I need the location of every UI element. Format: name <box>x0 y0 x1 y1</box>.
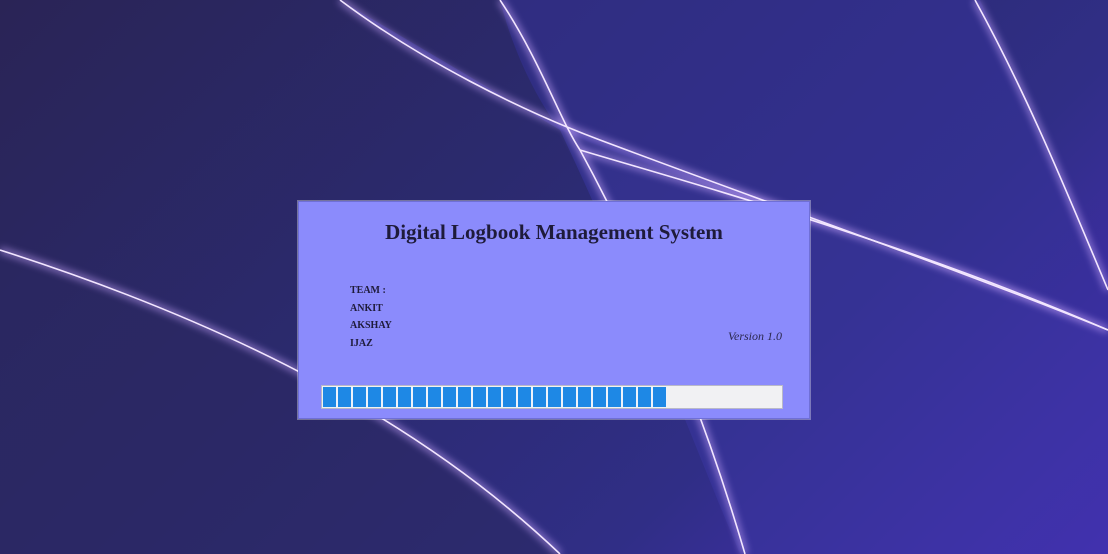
team-member-akshay: AKSHAY <box>350 320 392 331</box>
splash-window: Digital Logbook Management System TEAM :… <box>298 201 810 419</box>
team-heading: TEAM : <box>350 285 386 296</box>
progress-fill <box>323 387 667 407</box>
app-title: Digital Logbook Management System <box>385 220 723 244</box>
team-member-ijaz: IJAZ <box>350 337 373 349</box>
team-list: TEAM : ANKIT AKSHAY IJAZ <box>350 282 392 352</box>
version-label: Version 1.0 <box>728 329 782 343</box>
loading-progress-bar <box>321 385 783 409</box>
team-member-ankit: ANKIT <box>350 302 383 314</box>
